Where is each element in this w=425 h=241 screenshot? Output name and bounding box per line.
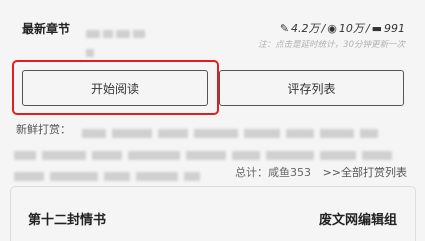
latest-chapter-label: 最新章节 — [22, 22, 71, 36]
stats-note: 注：点击是延时统计，30分钟更新一次 — [258, 40, 405, 50]
editor-group: 废文网编辑组 — [318, 213, 397, 228]
view-count: 10万 — [338, 22, 364, 35]
reward-total: 总计：咸鱼353 >>全部打赏列表 — [235, 164, 407, 180]
chapter-title[interactable]: 第十二封情书 — [28, 209, 106, 228]
highlight-box — [12, 60, 219, 115]
stats-bar: ✎ 4.2万 / ◉ 10万 / ▬ 991 — [279, 21, 405, 36]
blurred-rewards-row-2 — [14, 145, 398, 160]
pencil-icon: ✎ — [279, 21, 290, 35]
reward-total-text: 总计：咸鱼353 — [235, 166, 312, 179]
eye-icon: ◉ — [327, 21, 337, 35]
blurred-rewards-row-3 — [14, 166, 206, 181]
rewards-label: 新鲜打赏： — [16, 123, 71, 136]
all-rewards-link[interactable]: >>全部打赏列表 — [323, 166, 407, 179]
blurred-rewards-row-1 — [82, 123, 384, 138]
word-count: 4.2万 — [291, 22, 320, 35]
comment-count: 991 — [384, 21, 405, 35]
comment-icon: ▬ — [371, 21, 382, 35]
reviews-list-button[interactable]: 评存列表 — [219, 70, 404, 106]
blurred-chapter-name — [86, 23, 156, 57]
